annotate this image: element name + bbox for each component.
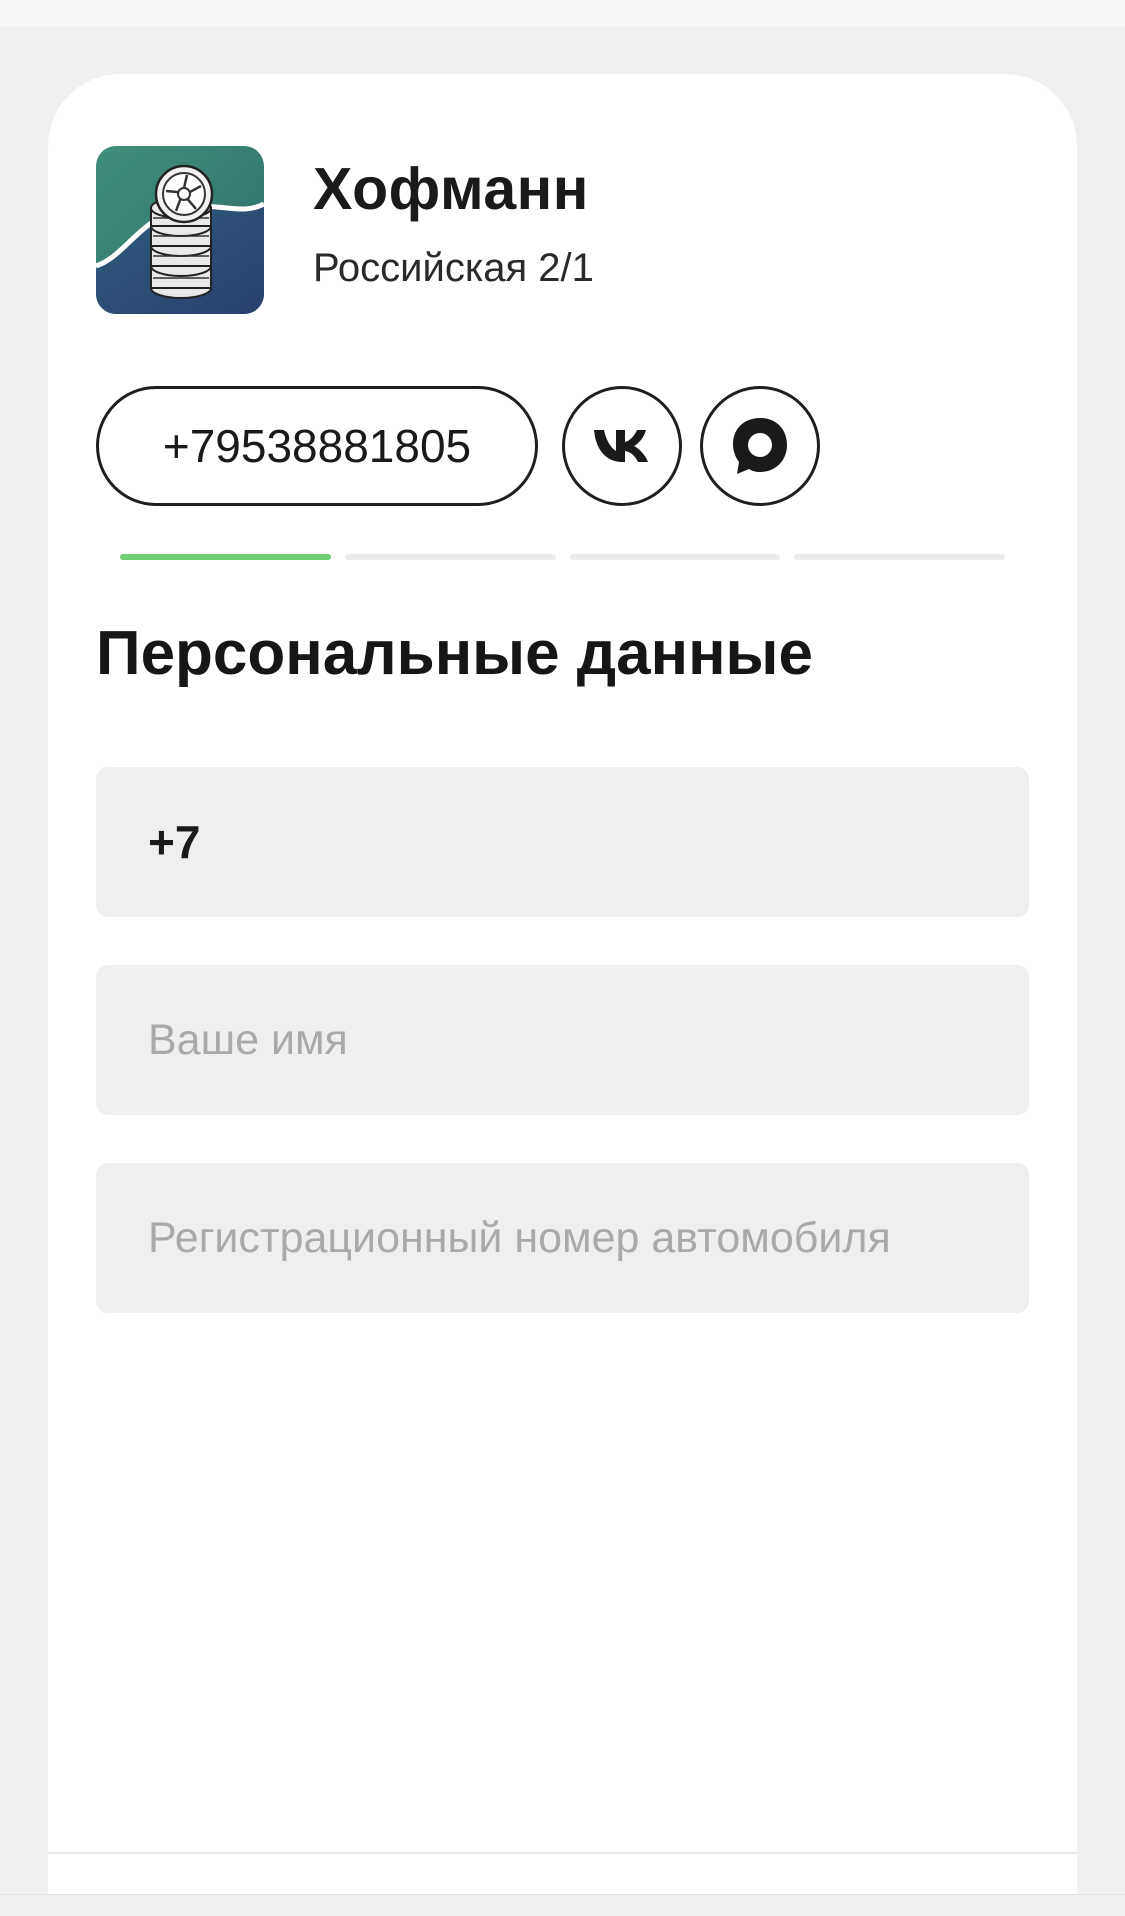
call-phone-button[interactable]: +79538881805	[96, 386, 538, 506]
divider	[48, 1852, 1077, 1854]
chat-button[interactable]	[700, 386, 820, 506]
progress-steps	[120, 554, 1005, 560]
section-title: Персональные данные	[96, 619, 813, 688]
progress-step-2	[344, 554, 556, 560]
phone-field[interactable]	[96, 767, 1029, 917]
phone-input[interactable]	[148, 815, 1029, 869]
chat-bubble-icon	[733, 418, 787, 474]
name-input[interactable]	[148, 1015, 1029, 1065]
progress-step-3	[569, 554, 781, 560]
bottom-strip	[0, 1894, 1125, 1916]
phone-number: +79538881805	[162, 420, 472, 472]
shop-address: Российская 2/1	[313, 246, 594, 290]
name-field[interactable]	[96, 965, 1029, 1115]
plate-field[interactable]	[96, 1163, 1029, 1313]
progress-step-1	[120, 554, 331, 560]
top-strip	[0, 0, 1125, 26]
shop-name: Хофманн	[313, 156, 589, 222]
tire-stack-icon	[96, 146, 264, 314]
vk-button[interactable]	[562, 386, 682, 506]
progress-step-4	[794, 554, 1005, 560]
vk-icon	[594, 430, 648, 462]
shop-logo	[96, 146, 264, 314]
plate-input[interactable]	[148, 1213, 1029, 1263]
